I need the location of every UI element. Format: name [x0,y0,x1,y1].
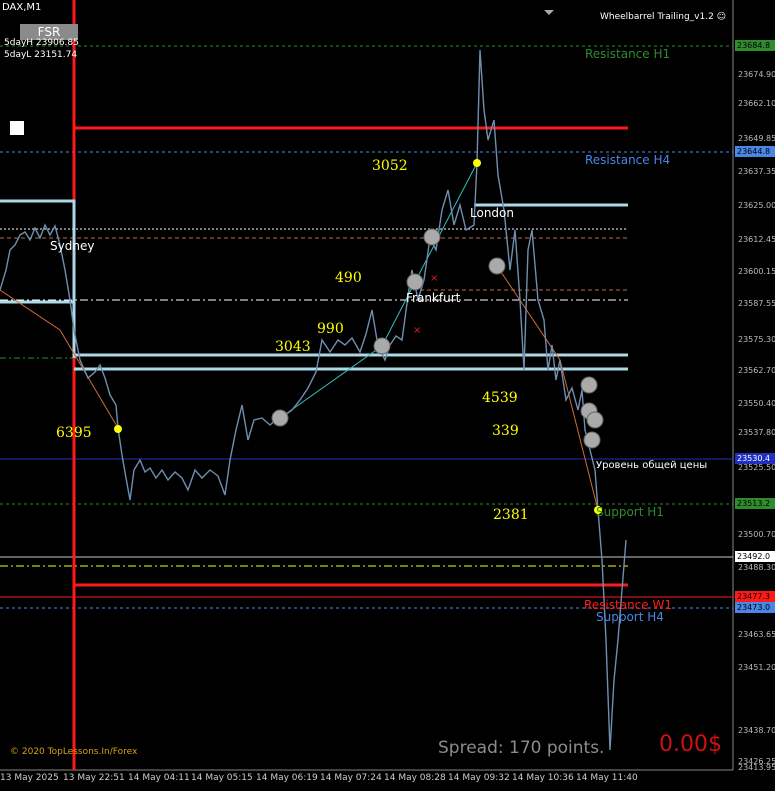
trade-marker [406,273,424,291]
five-day-high: 5dayH 23906.85 [4,38,79,48]
support-h4-price-tag: 23473.0 [735,602,775,613]
support-h1-label: Support H1 [596,505,664,519]
price-axis-label: 23550.40 [738,399,775,408]
price-axis-label: 23500.70 [738,530,775,539]
price-axis-label: 23625.00 [738,201,775,210]
price-axis-label: 23413.95 [738,763,775,772]
trade-marker [423,228,441,246]
time-axis-label: 14 May 10:36 [512,773,574,783]
time-axis-label: 14 May 11:40 [576,773,638,783]
price-axis-label: 23662.10 [738,99,775,108]
price-axis-label: 23612.45 [738,235,775,244]
pip-label: 339 [492,423,519,439]
price-axis-label: 23674.90 [738,70,775,79]
zigzag-point [473,159,481,167]
spread-readout: Spread: 170 points. [438,738,605,758]
zigzag-point [114,425,122,433]
current-price-tag: 23492.0 [735,551,775,562]
price-axis-label: 23525.50 [738,463,775,472]
five-day-low: 5dayL 23151.74 [4,50,78,60]
pip-label: 990 [317,321,344,337]
chart-shift-icon[interactable] [544,10,554,15]
price-axis-label: 23575.30 [738,335,775,344]
general-price-tag: 23530.4 [735,453,775,464]
smiley-icon: ☺ [716,12,727,22]
price-line [0,49,627,751]
copyright-text: © 2020 TopLessons.In/Forex [10,747,138,757]
price-axis-label: 23637.35 [738,167,775,176]
trade-marker [580,376,598,394]
trade-markers: × × [114,159,604,514]
time-axis-label: 13 May 22:51 [63,773,125,783]
price-axis-label: 23600.15 [738,267,775,276]
price-chart[interactable]: × × [0,0,775,791]
time-axis-label: 14 May 06:19 [256,773,318,783]
ea-name-label: Wheelbarrel Trailing_v1.2 [600,12,714,22]
pip-label: 6395 [56,425,92,441]
cross-marker: × [430,273,438,284]
trade-marker [271,409,289,427]
trade-marker [488,257,506,275]
time-axis-label: 14 May 04:11 [128,773,190,783]
price-axis-label: 23488.30 [738,563,775,572]
general-price-label: Уровень общей цены [596,460,708,471]
trade-marker [373,337,391,355]
expert-advisor-name[interactable]: Wheelbarrel Trailing_v1.2 ☺ [600,12,726,22]
pip-label: 3043 [275,339,311,355]
price-axis-label: 23649.85 [738,134,775,143]
resistance-h1-price-tag: 23684.8 [735,40,775,51]
trade-marker [583,431,601,449]
frankfurt-label: Frankfurt [406,291,461,305]
resistance-h4-price-tag: 23644.8 [735,146,775,157]
symbol-title: DAX,M1 [2,2,42,13]
support-h1-price-tag: 23513.2 [735,498,775,509]
pip-label: 2381 [493,507,529,523]
support-h4-label: Support H4 [596,610,664,624]
trend-line [0,289,119,429]
time-axis-label: 14 May 08:28 [384,773,446,783]
cross-marker: × [413,325,421,336]
resistance-w1-price-tag: 23477.3 [735,591,775,602]
time-axis-label: 14 May 09:32 [448,773,510,783]
time-axis-label: 13 May 2025 [0,773,59,783]
price-axis-label: 23438.70 [738,726,775,735]
sydney-label: Sydney [50,239,95,253]
price-axis-label: 23537.80 [738,428,775,437]
profit-readout: 0.00$ [659,732,722,757]
white-square-icon[interactable] [10,121,24,135]
price-axis-label: 23463.65 [738,630,775,639]
trade-marker [586,411,604,429]
pip-label: 3052 [372,158,408,174]
pip-label: 4539 [482,390,518,406]
price-axis-label: 23587.55 [738,299,775,308]
time-axis-label: 14 May 05:15 [191,773,253,783]
resistance-h1-label: Resistance H1 [585,47,671,61]
resistance-h4-label: Resistance H4 [585,153,671,167]
time-axis-label: 14 May 07:24 [320,773,382,783]
price-axis-label: 23451.20 [738,663,775,672]
london-label: London [470,206,514,220]
pip-label: 490 [335,270,362,286]
price-axis-label: 23562.70 [738,366,775,375]
